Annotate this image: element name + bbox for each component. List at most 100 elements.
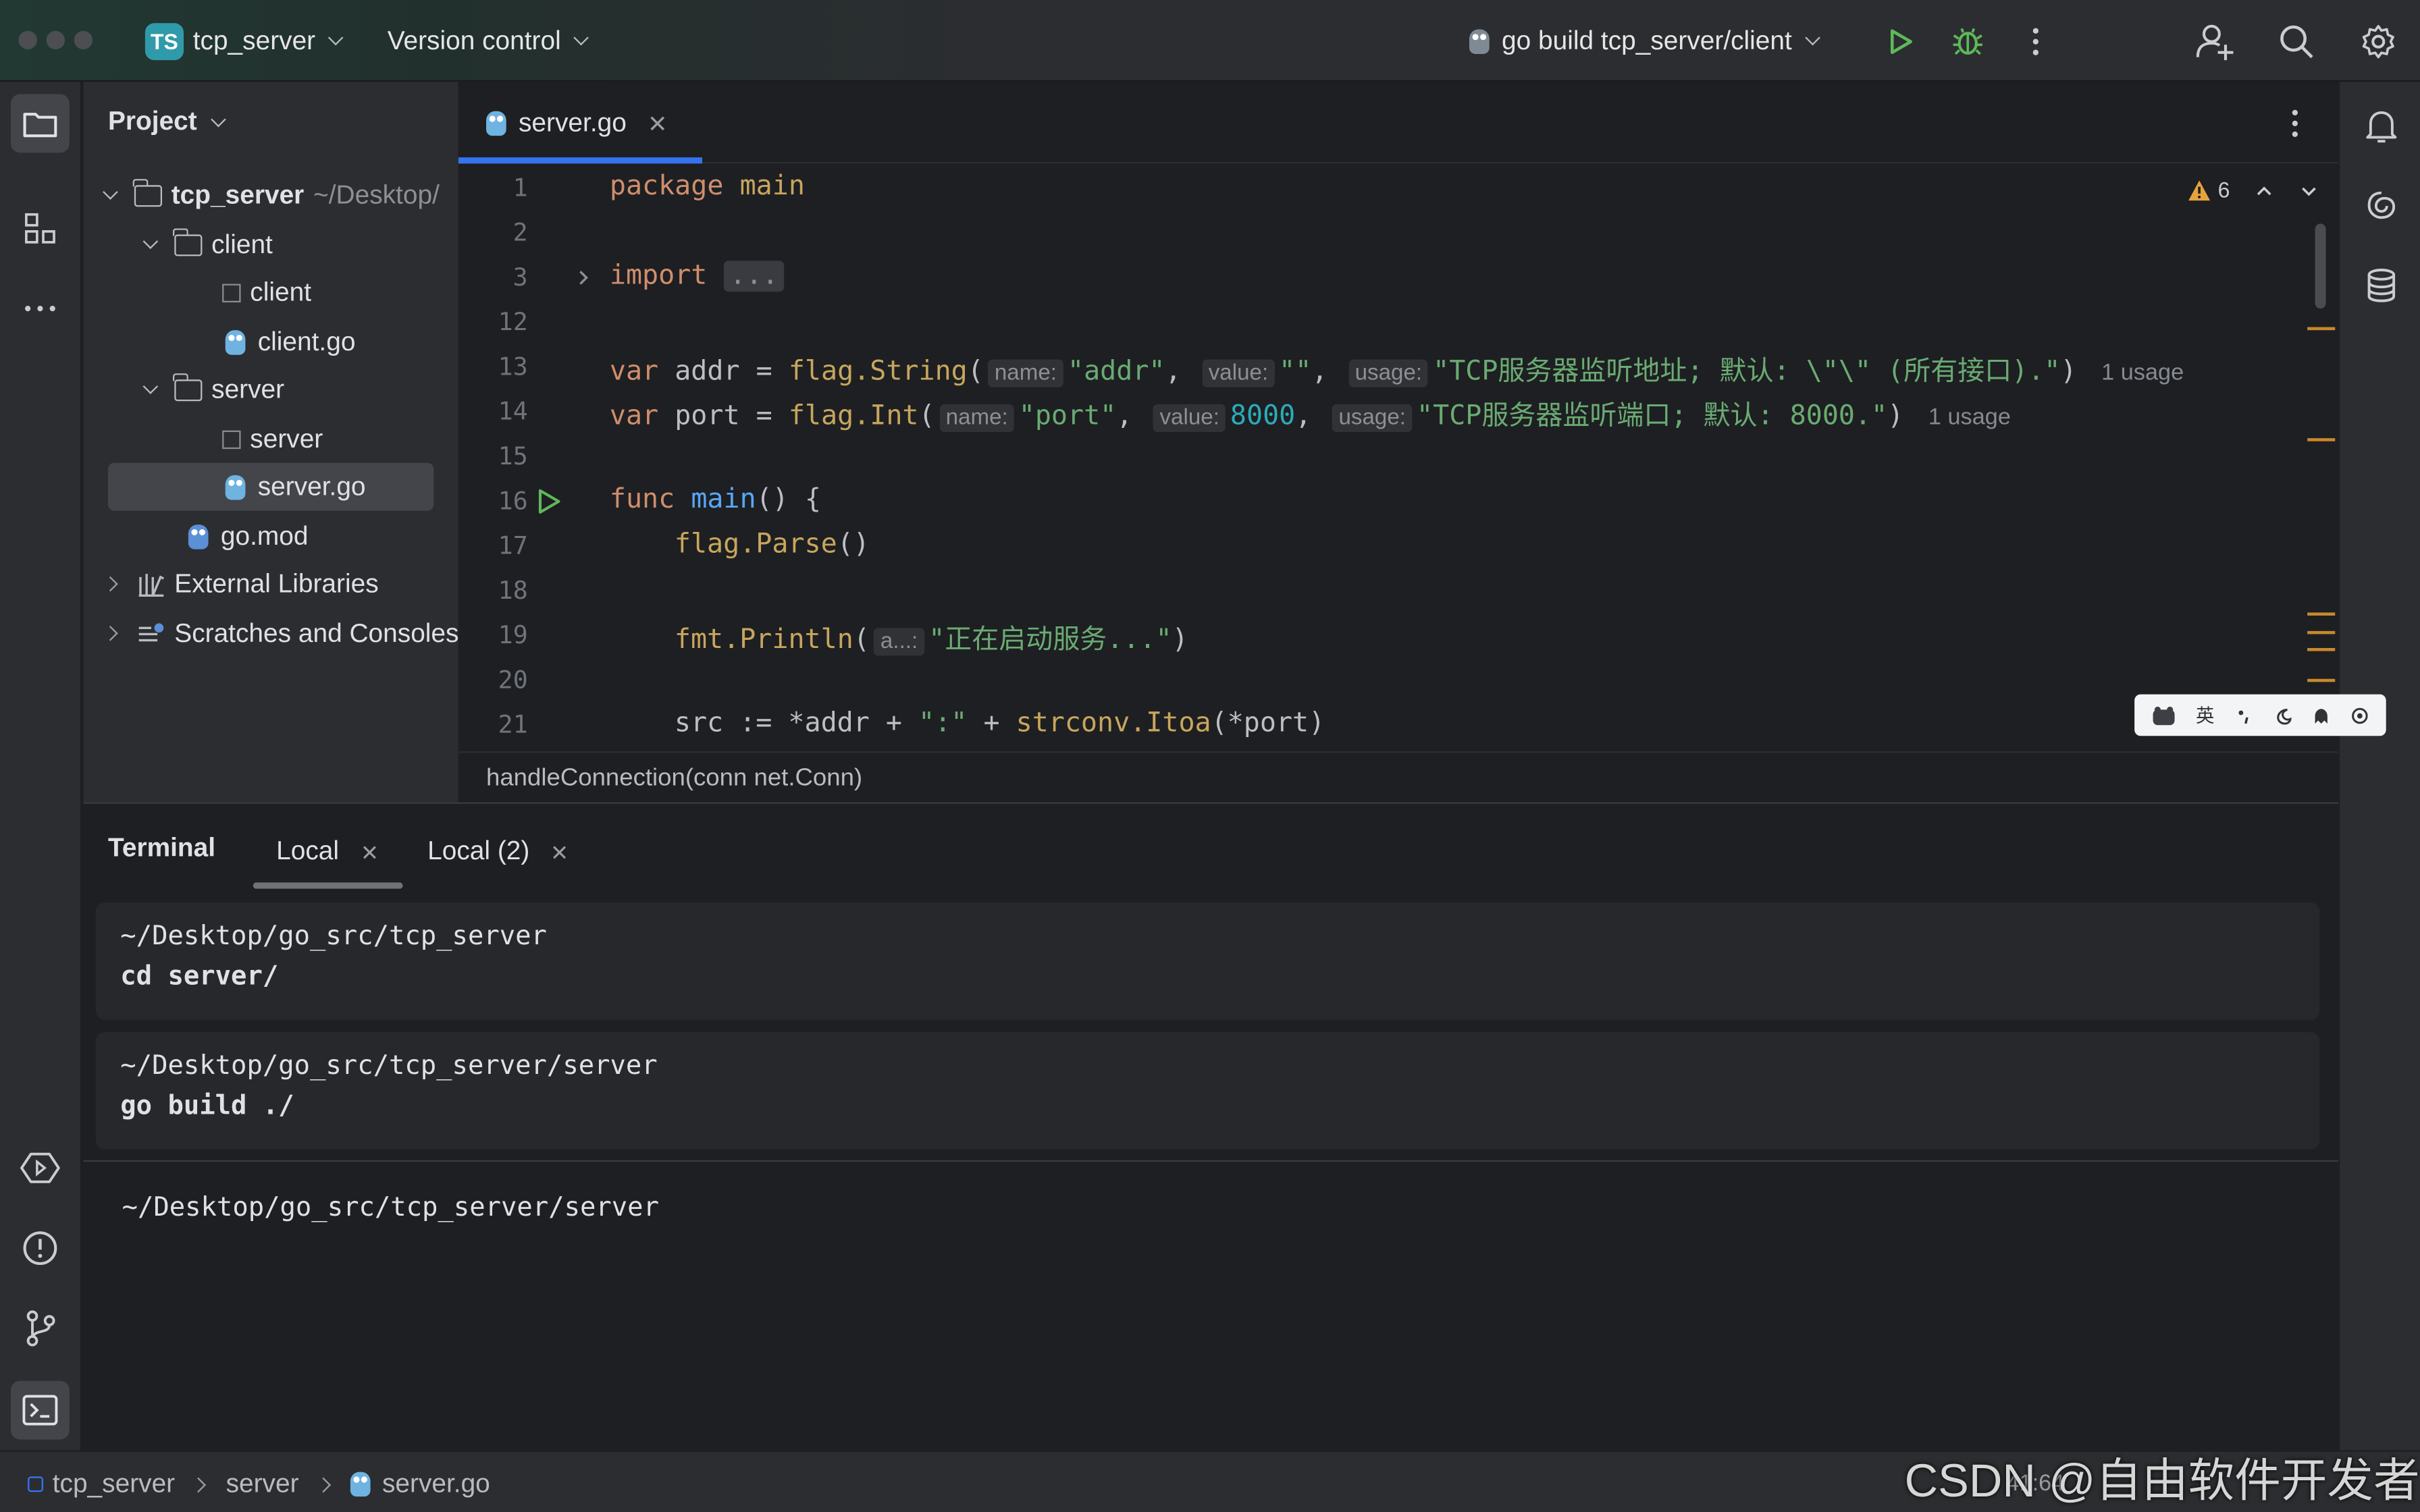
tree-node-client-folder[interactable]: client — [142, 221, 273, 269]
tree-node-client-binary[interactable]: client — [222, 269, 311, 317]
terminal-tab-label: Local — [276, 836, 340, 866]
tree-node-tcp-server[interactable]: tcp_server ~/Desktop/ — [103, 171, 440, 219]
run-button[interactable] — [1880, 22, 1920, 61]
terminal-block-path: ~/Desktop/go_src/tcp_server — [120, 921, 547, 952]
git-tool-button[interactable] — [11, 1299, 70, 1358]
close-icon[interactable] — [551, 843, 568, 860]
debug-button[interactable] — [1948, 22, 1988, 61]
tree-node-client-go[interactable]: client.go — [225, 318, 356, 366]
window-close-button[interactable] — [18, 30, 37, 50]
ime-moon-icon[interactable] — [2273, 706, 2292, 724]
ime-settings-icon[interactable] — [2351, 706, 2369, 724]
inspection-widget[interactable]: 6 — [2187, 178, 2230, 202]
ai-assistant-icon — [2367, 191, 2396, 219]
project-view-selector[interactable]: Project — [108, 106, 226, 138]
search-everywhere-button[interactable] — [2273, 18, 2320, 65]
run-configuration-selector[interactable]: go build tcp_server/client — [1469, 22, 1820, 60]
close-icon[interactable] — [648, 113, 666, 132]
tab-actions-button[interactable] — [2280, 103, 2311, 143]
bug-icon — [1953, 28, 1983, 55]
more-tools-button[interactable] — [11, 279, 70, 338]
error-stripe-mark[interactable] — [2307, 648, 2336, 651]
code-breadcrumb[interactable]: handleConnection(conn net.Conn) — [486, 765, 862, 793]
vertical-scrollbar[interactable] — [2315, 223, 2326, 309]
tree-node-server-binary[interactable]: server — [222, 415, 323, 463]
chevron-right-icon — [315, 1476, 331, 1492]
line-number: 1 — [512, 173, 528, 202]
code-line-3: import ... — [610, 261, 785, 292]
services-tool-button[interactable] — [11, 1139, 70, 1197]
database-button[interactable] — [2352, 256, 2411, 315]
warning-count: 6 — [2217, 177, 2230, 202]
terminal-tool-button[interactable] — [11, 1380, 70, 1440]
error-stripe-mark[interactable] — [2307, 327, 2336, 331]
tree-node-server-go[interactable]: server.go — [108, 462, 434, 511]
tab-label: server.go — [519, 107, 627, 137]
line-number: 20 — [498, 665, 528, 695]
folded-imports[interactable]: ... — [723, 261, 785, 292]
status-bar: tcp_server server server.go 41:64 CSDN @… — [0, 1450, 2420, 1512]
terminal-command-block[interactable]: ~/Desktop/go_src/tcp_server cd server/ — [95, 902, 2320, 1020]
tree-node-external-libraries[interactable]: External Libraries — [103, 560, 379, 608]
project-tool-button[interactable] — [11, 94, 70, 153]
tree-node-label: client — [250, 277, 312, 306]
param-hint: name: — [988, 359, 1063, 387]
ime-punctuation-icon[interactable] — [2235, 706, 2253, 724]
tree-node-label: client.go — [257, 326, 356, 356]
status-crumb-file[interactable]: server.go — [382, 1469, 490, 1500]
close-icon[interactable] — [361, 843, 377, 860]
error-stripe-mark[interactable] — [2307, 612, 2336, 616]
tree-node-go-mod[interactable]: go.mod — [188, 512, 308, 560]
warning-icon — [2188, 180, 2211, 200]
line-number: 19 — [498, 620, 528, 650]
code-breadcrumb-bar: handleConnection(conn net.Conn) — [458, 751, 2338, 803]
param-hint: a...: — [874, 628, 924, 656]
terminal-tab-local[interactable]: Local — [253, 816, 403, 887]
line-number: 13 — [498, 352, 528, 381]
notifications-button[interactable] — [2352, 97, 2411, 156]
next-highlight-icon[interactable] — [2300, 184, 2318, 199]
ime-toolbar[interactable]: 英 — [2134, 694, 2386, 736]
ime-language[interactable]: 英 — [2196, 702, 2214, 728]
folder-icon — [173, 373, 203, 401]
run-gutter-icon[interactable] — [534, 487, 562, 515]
project-panel-title: Project — [108, 106, 197, 136]
module-icon — [28, 1476, 43, 1492]
tree-node-path: ~/Desktop/ — [313, 180, 440, 209]
version-control-menu[interactable]: Version control — [388, 22, 589, 60]
window-zoom-button[interactable] — [74, 30, 93, 50]
line-number: 2 — [512, 217, 528, 247]
window-minimize-button[interactable] — [46, 30, 65, 50]
problems-tool-button[interactable] — [11, 1219, 70, 1278]
project-switcher[interactable]: TS tcp_server — [144, 22, 344, 60]
terminal-tab-local-2[interactable]: Local (2) — [407, 816, 592, 887]
alert-circle-icon — [23, 1231, 57, 1266]
more-actions-button[interactable] — [2016, 22, 2055, 61]
previous-highlight-icon[interactable] — [2255, 184, 2273, 199]
terminal-block-command: go build ./ — [120, 1091, 294, 1122]
tree-node-label: server — [250, 423, 323, 453]
terminal-command-block[interactable]: ~/Desktop/go_src/tcp_server/server go bu… — [95, 1032, 2320, 1150]
chevron-down-icon — [1805, 30, 1820, 46]
tree-node-scratches[interactable]: Scratches and Consoles — [103, 610, 458, 657]
error-stripe-mark[interactable] — [2307, 630, 2336, 634]
structure-tool-button[interactable] — [11, 199, 70, 258]
ime-skin-icon[interactable] — [2313, 706, 2331, 724]
folder-icon — [173, 227, 203, 256]
error-stripe-mark[interactable] — [2307, 678, 2336, 682]
ai-assistant-button[interactable] — [2352, 176, 2411, 235]
code-with-me-button[interactable] — [2192, 18, 2238, 65]
status-crumb-folder[interactable]: server — [226, 1469, 299, 1500]
status-crumb-project[interactable]: tcp_server — [53, 1469, 175, 1500]
more-vertical-icon — [2292, 109, 2298, 137]
line-number: 14 — [498, 396, 528, 426]
fold-chevron-icon[interactable] — [576, 269, 591, 287]
terminal-prompt[interactable]: ~/Desktop/go_src/tcp_server/server — [122, 1193, 659, 1224]
tree-node-label: server.go — [257, 471, 366, 501]
settings-button[interactable] — [2355, 18, 2402, 65]
code-editor[interactable]: 1 2 3 12 13 14 15 16 17 18 19 20 21 pack… — [458, 165, 2338, 752]
code-line-21: src := *addr + ":" + strconv.Itoa(*port) — [674, 708, 1325, 739]
error-stripe-mark[interactable] — [2307, 438, 2336, 441]
tree-node-server-folder[interactable]: server — [142, 366, 284, 414]
tab-server-go[interactable]: server.go — [458, 82, 702, 163]
